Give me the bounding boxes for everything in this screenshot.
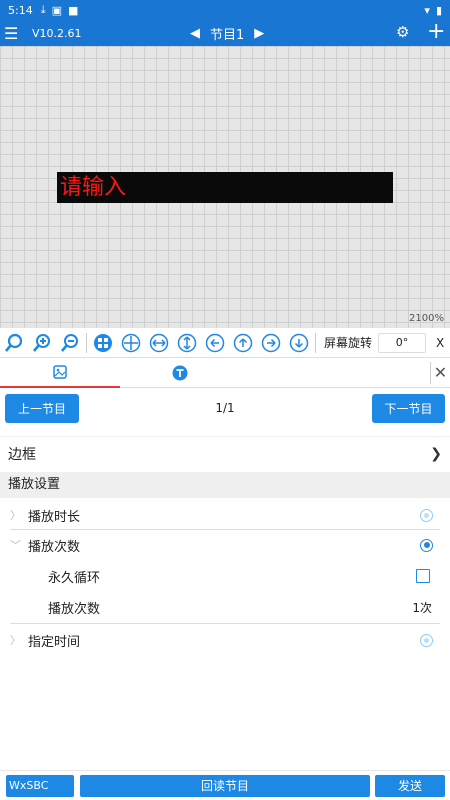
loop-forever-checkbox[interactable] bbox=[416, 569, 430, 583]
status-bar: 5:14 ⤓ ▣ ■ ▾ ▮ bbox=[0, 0, 450, 20]
border-label: 边框 bbox=[8, 446, 36, 463]
image-icon bbox=[53, 365, 67, 379]
move-icon[interactable] bbox=[117, 329, 145, 357]
notification-icon-2: ■ bbox=[67, 3, 79, 17]
stretch-vertical-icon[interactable] bbox=[173, 329, 201, 357]
search-icon[interactable] bbox=[0, 329, 28, 357]
radio-play-times[interactable] bbox=[420, 538, 433, 552]
next-program-icon[interactable]: ▶ bbox=[254, 26, 264, 41]
app-version: V10.2.61 bbox=[32, 26, 82, 40]
schedule-label: 指定时间 bbox=[28, 634, 81, 650]
gear-icon[interactable]: ⚙ bbox=[396, 23, 409, 41]
divider bbox=[10, 623, 440, 624]
tab-image[interactable] bbox=[0, 358, 120, 388]
prev-program-icon[interactable]: ◀ bbox=[190, 26, 200, 41]
play-count-value[interactable]: 1次 bbox=[412, 599, 432, 616]
wifi-icon: ▾ bbox=[424, 3, 430, 17]
loop-forever-row: 永久循环 bbox=[0, 561, 450, 591]
program-pager: 上一节目 1/1 下一节目 bbox=[0, 388, 450, 430]
zoom-out-icon[interactable] bbox=[56, 329, 84, 357]
radio-play-duration[interactable] bbox=[420, 508, 433, 522]
send-button[interactable]: 发送 bbox=[375, 775, 445, 797]
edit-toolbar: 屏幕旋转 0° X bbox=[0, 328, 450, 358]
chevron-right-icon: ❯ bbox=[430, 445, 442, 462]
arrow-up-icon[interactable] bbox=[229, 329, 257, 357]
menu-icon[interactable]: ☰ bbox=[4, 24, 28, 43]
text-icon bbox=[172, 365, 188, 381]
border-setting[interactable]: 边框 ❯ bbox=[0, 436, 450, 470]
play-count-label: 播放次数 bbox=[48, 601, 101, 617]
radio-schedule[interactable] bbox=[420, 633, 433, 647]
play-times-label: 播放次数 bbox=[28, 539, 81, 555]
play-count-row: 播放次数 1次 bbox=[0, 592, 450, 622]
led-canvas[interactable]: 请输入 2100% bbox=[0, 46, 450, 328]
zoom-level: 2100% bbox=[409, 313, 444, 324]
led-text-area[interactable]: 请输入 bbox=[57, 172, 393, 203]
program-switcher: ◀ 节目1 ▶ bbox=[190, 20, 264, 46]
stretch-horizontal-icon[interactable] bbox=[145, 329, 173, 357]
rotate-label: 屏幕旋转 bbox=[324, 336, 373, 350]
grid-icon[interactable] bbox=[89, 329, 117, 357]
toolbar-divider bbox=[86, 332, 87, 353]
read-back-button[interactable]: 回读节目 bbox=[80, 775, 370, 797]
zoom-in-icon[interactable] bbox=[28, 329, 56, 357]
add-icon[interactable]: + bbox=[427, 19, 445, 44]
chevron-right-icon: 〉 bbox=[10, 634, 21, 647]
rotate-x-label: X bbox=[436, 335, 445, 350]
prev-program-button[interactable]: 上一节目 bbox=[5, 394, 79, 423]
chevron-right-icon: 〉 bbox=[10, 509, 21, 522]
arrow-down-icon[interactable] bbox=[285, 329, 313, 357]
chevron-down-icon: ﹀ bbox=[10, 539, 21, 552]
tab-text[interactable] bbox=[120, 358, 240, 388]
arrow-left-icon[interactable] bbox=[201, 329, 229, 357]
editor-tabs: ✕ bbox=[0, 358, 450, 388]
loop-forever-label: 永久循环 bbox=[48, 570, 101, 586]
schedule-option[interactable]: 〉 指定时间 bbox=[0, 625, 450, 655]
download-icon: ⤓ bbox=[40, 3, 46, 16]
device-id-field[interactable]: WxSBC bbox=[6, 775, 74, 797]
play-duration-option[interactable]: 〉 播放时长 bbox=[0, 500, 450, 530]
toolbar-divider bbox=[315, 332, 316, 353]
bottom-action-bar: WxSBC 回读节目 发送 bbox=[0, 770, 450, 800]
play-times-option[interactable]: ﹀ 播放次数 bbox=[0, 530, 450, 560]
app-bar: ☰ V10.2.61 ◀ 节目1 ▶ ⚙ + bbox=[0, 19, 450, 46]
arrow-right-icon[interactable] bbox=[257, 329, 285, 357]
notification-icon: ▣ bbox=[51, 3, 62, 17]
status-time: 5:14 bbox=[8, 3, 33, 17]
close-icon[interactable]: ✕ bbox=[430, 362, 450, 384]
page-indicator: 1/1 bbox=[215, 401, 235, 415]
program-title: 节目1 bbox=[210, 27, 245, 43]
next-program-button[interactable]: 下一节目 bbox=[372, 394, 445, 423]
play-duration-label: 播放时长 bbox=[28, 509, 81, 525]
play-settings-header: 播放设置 bbox=[0, 472, 450, 498]
rotate-value-field[interactable]: 0° bbox=[378, 332, 427, 353]
battery-icon: ▮ bbox=[435, 3, 442, 17]
